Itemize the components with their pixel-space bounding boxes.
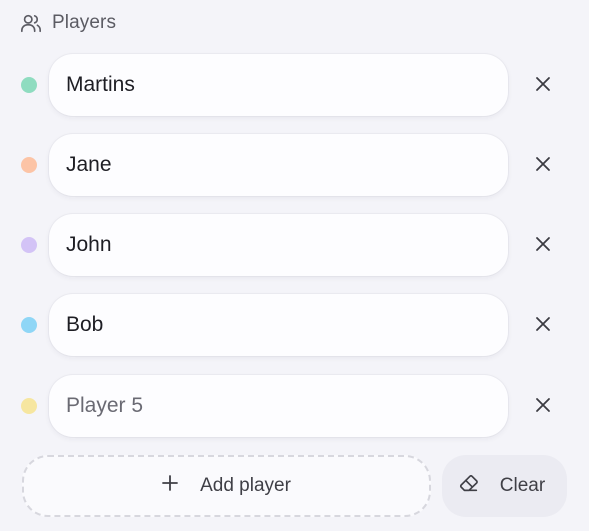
player-row [0, 294, 589, 356]
player-row [0, 54, 589, 116]
player-color-dot [21, 317, 37, 333]
player-name-input[interactable] [49, 214, 508, 276]
close-icon [535, 397, 551, 416]
add-player-button[interactable]: Add player [22, 455, 431, 517]
player-color-dot [21, 77, 37, 93]
player-name-input[interactable] [49, 294, 508, 356]
close-icon [535, 76, 551, 95]
player-row [0, 134, 589, 196]
remove-player-button[interactable] [526, 389, 560, 423]
player-list [0, 0, 589, 531]
eraser-icon [458, 472, 480, 500]
close-icon [535, 236, 551, 255]
player-row [0, 214, 589, 276]
player-row [0, 375, 589, 437]
player-name-input[interactable] [49, 54, 508, 116]
player-color-dot [21, 398, 37, 414]
player-color-dot [21, 237, 37, 253]
close-icon [535, 156, 551, 175]
add-player-label: Add player [200, 475, 291, 496]
remove-player-button[interactable] [526, 308, 560, 342]
plus-icon [162, 475, 178, 497]
player-name-input[interactable] [49, 375, 508, 437]
clear-label: Clear [499, 475, 546, 496]
player-color-dot [21, 157, 37, 173]
remove-player-button[interactable] [526, 68, 560, 102]
clear-button[interactable]: Clear [442, 455, 567, 517]
close-icon [535, 316, 551, 335]
player-name-input[interactable] [49, 134, 508, 196]
remove-player-button[interactable] [526, 148, 560, 182]
remove-player-button[interactable] [526, 228, 560, 262]
